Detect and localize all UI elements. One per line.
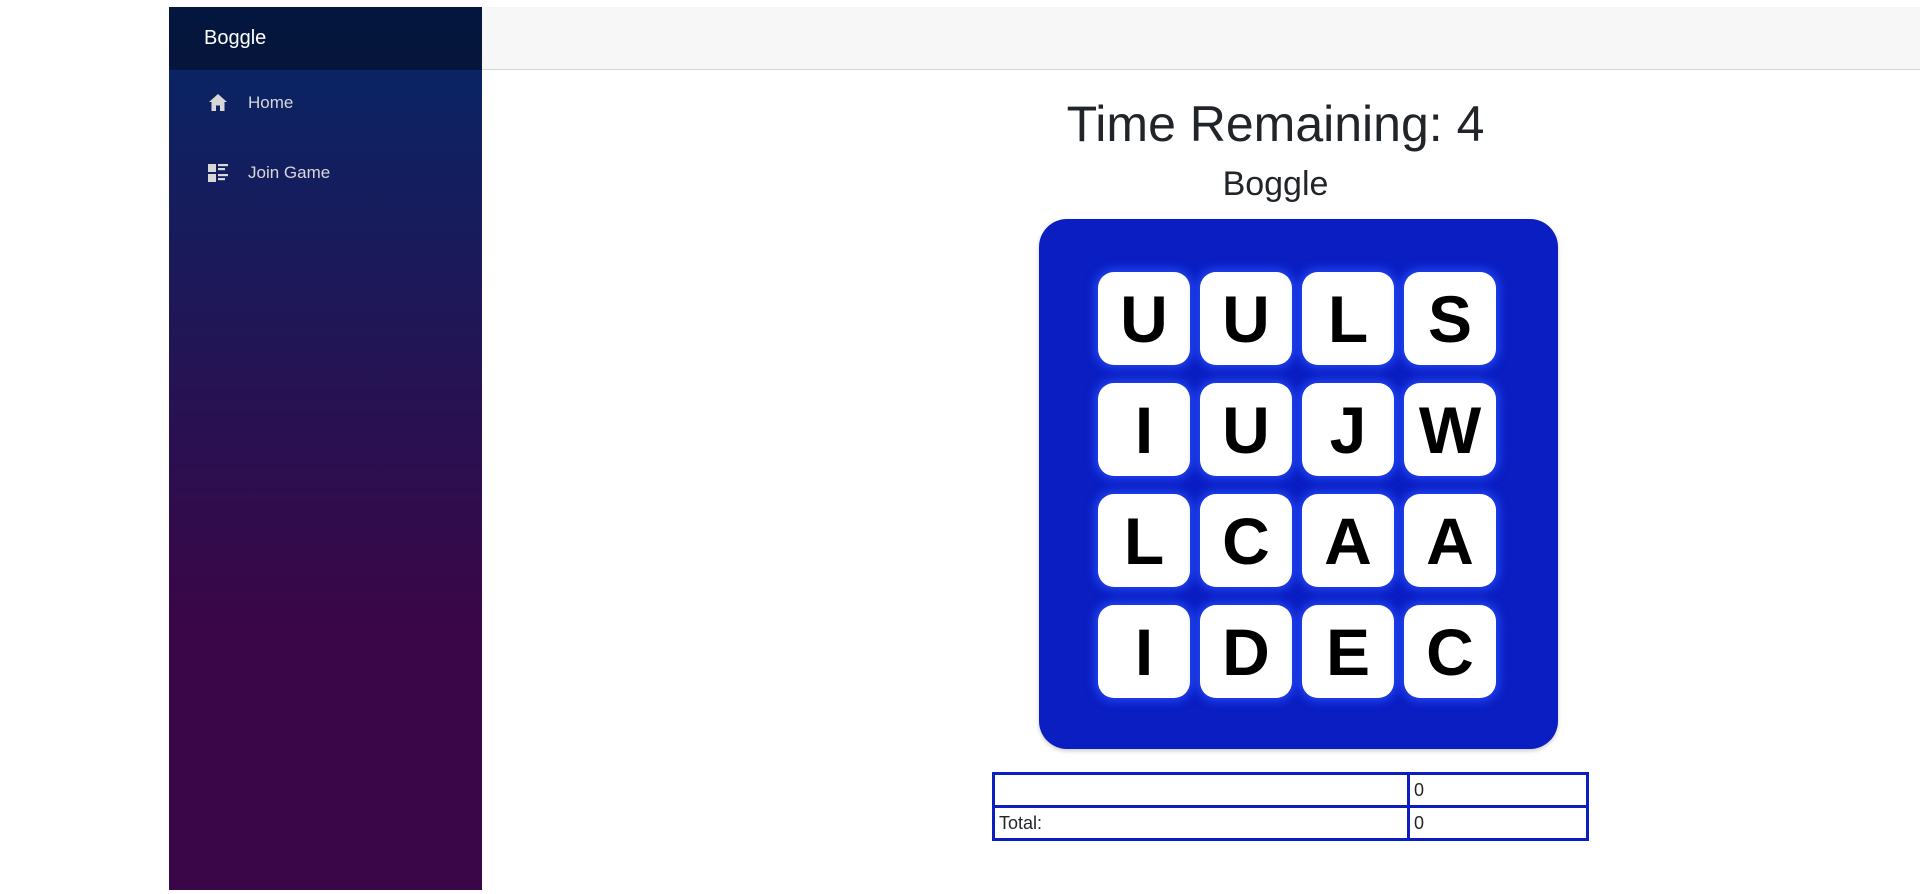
top-row [482,7,1920,70]
nav-menu: Home Join Game [169,70,482,194]
brand-link[interactable]: Boggle [204,27,266,50]
die[interactable]: U [1098,272,1190,365]
brand-bar: Boggle [169,7,482,70]
die[interactable]: A [1404,494,1496,587]
total-row: Total: 0 [992,805,1589,841]
die[interactable]: A [1302,494,1394,587]
sidebar-item-home[interactable]: Home [185,82,466,124]
total-value: 0 [1407,805,1589,841]
die[interactable]: L [1098,494,1190,587]
die[interactable]: I [1098,605,1190,698]
score-cell: 0 [1407,772,1589,808]
app: Boggle Home Join Game Time Remaining: 4 … [169,7,1920,890]
dice-grid: U U L S I U J W L C A A I D E C [1098,272,1496,698]
die[interactable]: L [1302,272,1394,365]
sidebar: Boggle Home Join Game [169,7,482,890]
die[interactable]: U [1200,383,1292,476]
die[interactable]: W [1404,383,1496,476]
sidebar-item-label: Join Game [248,163,331,182]
die[interactable]: S [1404,272,1496,365]
home-icon [207,92,229,114]
die[interactable]: I [1098,383,1190,476]
table-row: 0 [992,772,1589,808]
score-table: 0 Total: 0 [992,772,1589,841]
sidebar-item-join-game[interactable]: Join Game [185,152,466,194]
die[interactable]: U [1200,272,1292,365]
word-cell [992,772,1410,808]
sidebar-item-label: Home [248,93,294,112]
total-label: Total: [992,805,1410,841]
boggle-board: U U L S I U J W L C A A I D E C [1039,219,1558,749]
die[interactable]: D [1200,605,1292,698]
die[interactable]: J [1302,383,1394,476]
list-icon [207,162,229,184]
die[interactable]: C [1404,605,1496,698]
die[interactable]: E [1302,605,1394,698]
die[interactable]: C [1200,494,1292,587]
main-content: Time Remaining: 4 Boggle U U L S I U J W… [482,70,1920,890]
game-title: Boggle [1222,165,1329,203]
time-remaining-heading: Time Remaining: 4 [1066,96,1485,152]
